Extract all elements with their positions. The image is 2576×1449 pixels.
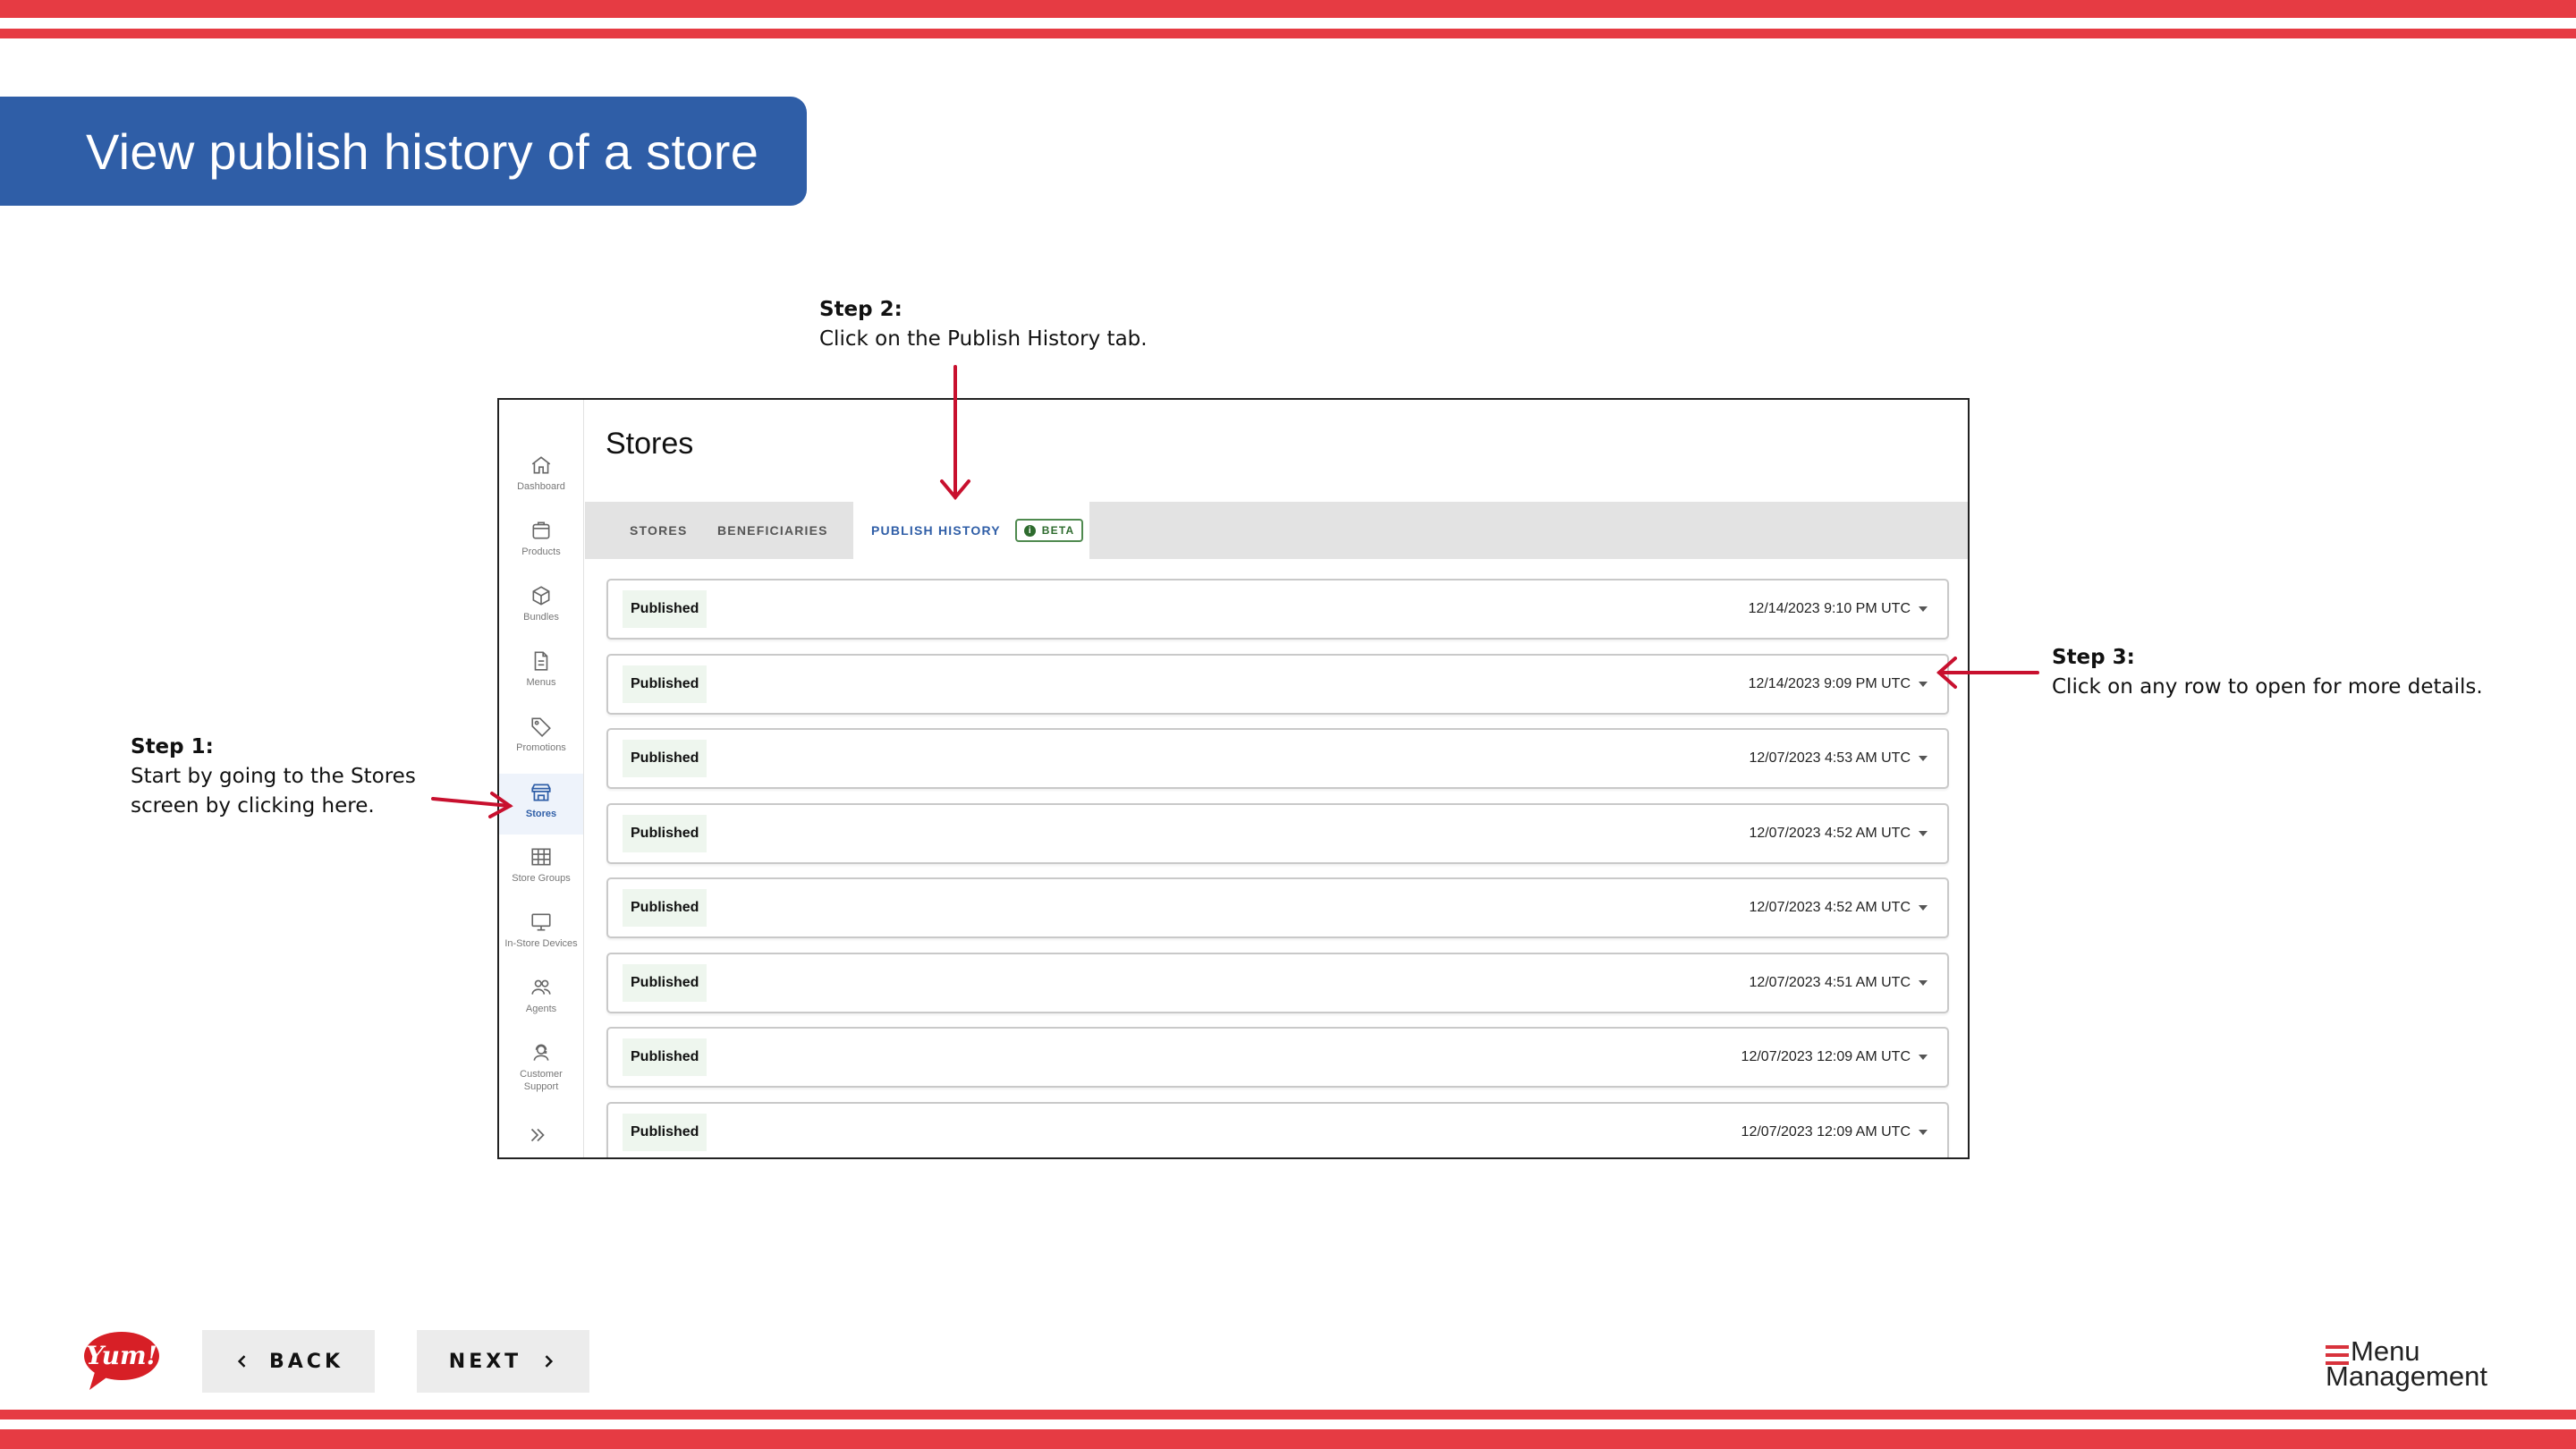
back-button-label: BACK: [269, 1350, 343, 1373]
step2-arrow: [940, 365, 970, 501]
step3-arrow: [1936, 657, 2039, 689]
next-button-label: NEXT: [448, 1350, 522, 1373]
slide: View publish history of a store Step 2: …: [0, 0, 2576, 1449]
chevron-right-icon: [545, 1355, 554, 1368]
menu-management-logo-word2: Management: [2326, 1360, 2487, 1392]
annotation-arrows: [431, 365, 2039, 818]
next-button[interactable]: NEXT: [417, 1330, 589, 1393]
bottom-stripe-thin: [0, 1410, 2576, 1419]
step1-arrow: [431, 792, 513, 818]
chevron-left-icon: [237, 1355, 246, 1368]
back-button[interactable]: BACK: [202, 1330, 375, 1393]
yum-logo: Yum!: [84, 1332, 159, 1390]
yum-logo-text: Yum!: [86, 1341, 157, 1370]
bottom-stripe-thick: [0, 1429, 2576, 1449]
